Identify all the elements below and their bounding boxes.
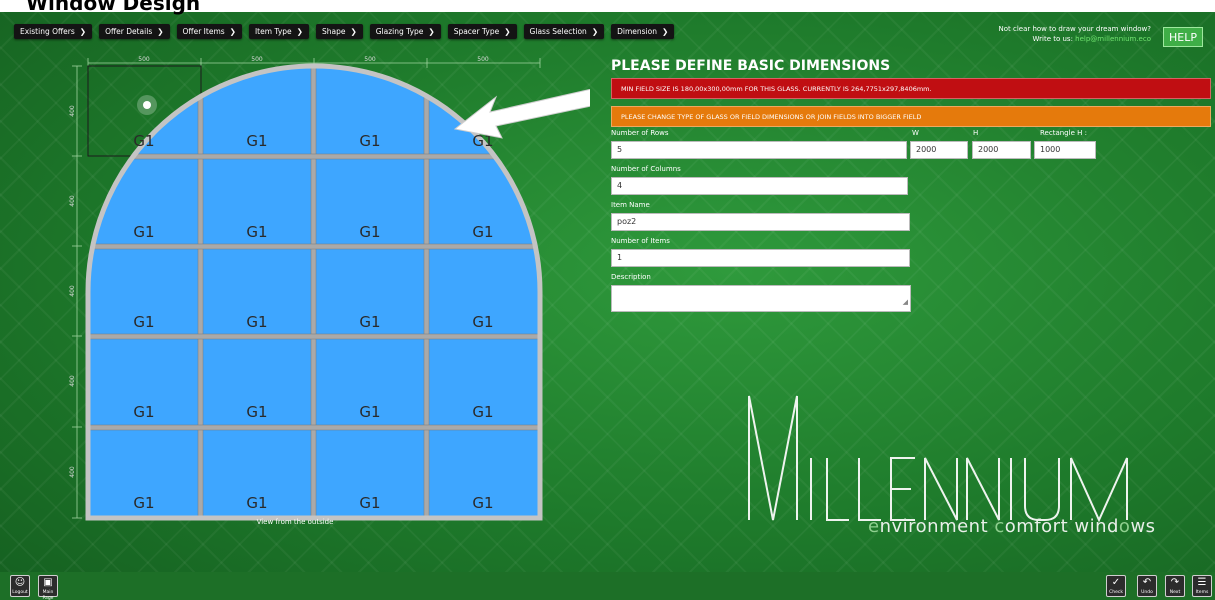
user-icon: ☺ bbox=[14, 577, 26, 588]
glass-label: G1 bbox=[472, 494, 493, 512]
side-dimension-label: 400 bbox=[69, 285, 76, 297]
glass-label: G1 bbox=[472, 223, 493, 241]
warning-alert: PLEASE CHANGE TYPE OF GLASS OR FIELD DIM… bbox=[611, 106, 1211, 127]
mullion bbox=[197, 66, 204, 518]
rows-label: Number of Rows bbox=[611, 129, 669, 137]
main-page-icon: ▣ bbox=[43, 577, 53, 588]
save-check-icon: ✓ bbox=[1111, 577, 1121, 588]
glass-label: G1 bbox=[246, 132, 267, 150]
side-dimension-label: 400 bbox=[69, 195, 76, 207]
rows-input[interactable]: 5 bbox=[611, 141, 907, 159]
description-textarea[interactable]: ◢ bbox=[611, 285, 911, 312]
logout-button[interactable]: ☺ Logout bbox=[10, 575, 30, 597]
crumb-dimension[interactable]: Dimension ❯ bbox=[611, 24, 675, 39]
redo-icon: ↷ bbox=[1170, 577, 1180, 588]
columns-input[interactable]: 4 bbox=[611, 177, 908, 195]
glass-label: G1 bbox=[133, 313, 154, 331]
width-label: W bbox=[912, 129, 919, 137]
glass-label: G1 bbox=[246, 494, 267, 512]
height-input[interactable]: 2000 bbox=[972, 141, 1031, 159]
glass-label: G1 bbox=[246, 403, 267, 421]
glass-label: G1 bbox=[359, 494, 380, 512]
next-button[interactable]: ↷ Next bbox=[1165, 575, 1185, 597]
width-input[interactable]: 2000 bbox=[910, 141, 968, 159]
error-alert: MIN FIELD SIZE IS 180,00x300,00mm FOR TH… bbox=[611, 78, 1211, 99]
resize-handle-icon[interactable]: ◢ bbox=[903, 294, 908, 310]
items-list-icon: ☰ bbox=[1197, 577, 1207, 588]
glass-label: G1 bbox=[359, 132, 380, 150]
help-email-link[interactable]: help@millennium.eco bbox=[1075, 35, 1151, 43]
rectangle-h-label: Rectangle H : bbox=[1040, 129, 1087, 137]
undo-button[interactable]: ↶ Undo bbox=[1137, 575, 1157, 597]
main-page-button[interactable]: ▣ Main Page bbox=[38, 575, 58, 600]
mullion bbox=[310, 66, 317, 518]
item-name-label: Item Name bbox=[611, 201, 650, 209]
side-dimension-label: 400 bbox=[69, 105, 76, 117]
glass-label: G1 bbox=[246, 223, 267, 241]
description-label: Description bbox=[611, 273, 651, 281]
glass-label: G1 bbox=[133, 223, 154, 241]
transom bbox=[88, 153, 540, 160]
bottom-toolbar bbox=[0, 572, 1215, 600]
glass-label: G1 bbox=[359, 223, 380, 241]
items-label: Number of Items bbox=[611, 237, 670, 245]
glass-label: G1 bbox=[133, 132, 154, 150]
height-label: H bbox=[973, 129, 979, 137]
top-dimension-label: 500 bbox=[251, 56, 263, 63]
chevron-right-icon: ❯ bbox=[591, 27, 599, 36]
chevron-right-icon: ❯ bbox=[661, 27, 669, 36]
top-dimension-label: 500 bbox=[364, 56, 376, 63]
cursor-dot bbox=[143, 101, 151, 109]
window-drawing[interactable]: 500 500 500 500 400 400 400 400 400 G1 G… bbox=[0, 0, 590, 540]
glass-label: G1 bbox=[133, 403, 154, 421]
rectangle-h-input[interactable]: 1000 bbox=[1034, 141, 1096, 159]
glass-label: G1 bbox=[472, 403, 493, 421]
columns-label: Number of Columns bbox=[611, 165, 681, 173]
help-contact: Write to us: help@millennium.eco bbox=[1032, 35, 1151, 43]
top-dimension-label: 500 bbox=[138, 56, 150, 63]
transom bbox=[88, 333, 540, 340]
glass-label: G1 bbox=[359, 403, 380, 421]
side-dimension-label: 400 bbox=[69, 375, 76, 387]
transom bbox=[88, 243, 540, 250]
transom bbox=[88, 424, 540, 431]
view-caption: View from the outside bbox=[256, 518, 334, 526]
item-name-input[interactable]: poz2 bbox=[611, 213, 910, 231]
glass-label: G1 bbox=[359, 313, 380, 331]
help-button[interactable]: HELP bbox=[1163, 27, 1203, 47]
help-question: Not clear how to draw your dream window? bbox=[998, 25, 1151, 33]
side-dimension-label: 400 bbox=[69, 466, 76, 478]
items-button[interactable]: ☰ Items bbox=[1192, 575, 1212, 597]
help-text: Not clear how to draw your dream window?… bbox=[998, 24, 1151, 44]
glass-label: G1 bbox=[246, 313, 267, 331]
logo-tagline: environment comfort windows bbox=[868, 516, 1156, 537]
glass-label: G1 bbox=[472, 313, 493, 331]
form-title: PLEASE DEFINE BASIC DIMENSIONS bbox=[611, 58, 891, 74]
check-button[interactable]: ✓ Check bbox=[1106, 575, 1126, 597]
mullion bbox=[423, 66, 430, 518]
undo-icon: ↶ bbox=[1142, 577, 1152, 588]
items-input[interactable]: 1 bbox=[611, 249, 910, 267]
glass-label: G1 bbox=[133, 494, 154, 512]
top-dimension-label: 500 bbox=[477, 56, 489, 63]
pointer-arrow-icon bbox=[453, 88, 590, 139]
